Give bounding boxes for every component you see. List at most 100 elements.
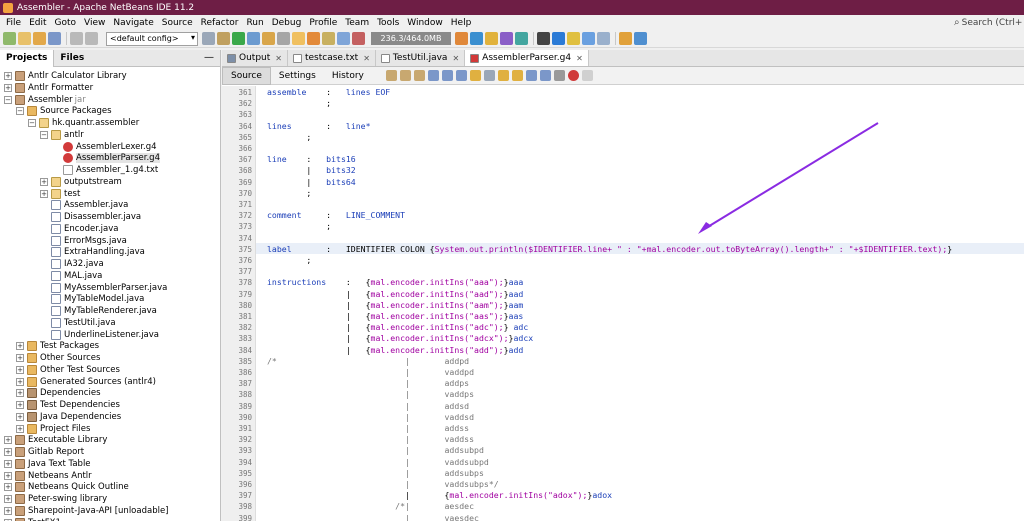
code-line[interactable]: | bits32	[267, 165, 355, 176]
sync-icon[interactable]	[515, 32, 528, 45]
menu-edit[interactable]: Edit	[25, 18, 50, 28]
database-icon[interactable]	[619, 32, 632, 45]
prev-bookmark-icon[interactable]	[497, 70, 509, 81]
code-line[interactable]: | vaddpd	[267, 367, 474, 378]
tree-item[interactable]: Assembler_1.g4.txt	[52, 164, 158, 176]
profile-icon[interactable]	[262, 32, 275, 45]
gc-icon[interactable]	[455, 32, 468, 45]
tree-expander-icon[interactable]: +	[4, 72, 12, 80]
code-line[interactable]: line : bits16	[267, 154, 356, 165]
code-line[interactable]: | vaddsd	[267, 412, 474, 423]
code-line[interactable]: comment : LINE_COMMENT	[267, 210, 405, 221]
clean-build-icon[interactable]	[217, 32, 230, 45]
tree-item[interactable]: + Java Text Table	[4, 458, 91, 470]
tree-item[interactable]: + Gitlab Report	[4, 446, 84, 458]
terminal-icon[interactable]	[537, 32, 550, 45]
tree-item[interactable]: Disassembler.java	[40, 211, 141, 223]
tree-item[interactable]: MyAssemblerParser.java	[40, 282, 167, 294]
redo-icon[interactable]	[85, 32, 98, 45]
code-line[interactable]: /* | addpd	[267, 356, 469, 367]
menu-team[interactable]: Team	[341, 18, 373, 28]
tree-expander-icon[interactable]: +	[16, 389, 24, 398]
code-line[interactable]: assemble : lines EOF	[267, 87, 390, 98]
menu-navigate[interactable]: Navigate	[109, 18, 157, 28]
window-icon[interactable]	[337, 32, 350, 45]
menu-window[interactable]: Window	[403, 18, 447, 28]
new-project-icon[interactable]	[3, 32, 16, 45]
tree-item[interactable]: MyTableRenderer.java	[40, 305, 157, 317]
tree-item[interactable]: ExtraHandling.java	[40, 246, 145, 258]
find-next-icon[interactable]	[441, 70, 453, 81]
code-line[interactable]: ;	[267, 188, 311, 199]
tree-item[interactable]: + Netbeans Antlr	[4, 470, 92, 482]
memory-indicator[interactable]: 236.3/464.0MB	[371, 32, 451, 45]
tree-item[interactable]: + Other Test Sources	[16, 364, 120, 376]
toggle-rect-icon[interactable]	[483, 70, 495, 81]
tree-item[interactable]: − Source Packages	[16, 105, 112, 117]
tab-history[interactable]: History	[324, 67, 372, 85]
tree-expander-icon[interactable]: +	[4, 471, 12, 480]
menu-debug[interactable]: Debug	[268, 18, 306, 28]
code-line[interactable]: | {mal.encoder.initIns("aas");}aas	[267, 311, 523, 322]
code-line[interactable]: ;	[267, 221, 331, 232]
start-macro-icon[interactable]	[553, 70, 565, 81]
undo-icon[interactable]	[70, 32, 83, 45]
tree-item[interactable]: + Antlr Calculator Library	[4, 70, 127, 82]
document-tab[interactable]: testcase.txt ✕	[287, 50, 376, 66]
tree-expander-icon[interactable]: +	[16, 424, 24, 433]
tree-item[interactable]: + Dependencies	[16, 387, 101, 399]
menu-source[interactable]: Source	[158, 18, 197, 28]
tree-item[interactable]: + Netbeans Quick Outline	[4, 481, 129, 493]
tree-item[interactable]: AssemblerParser.g4	[52, 152, 160, 164]
tree-expander-icon[interactable]: +	[4, 506, 12, 515]
code-line[interactable]: /*| aesdec	[267, 501, 474, 512]
tab-files[interactable]: Files	[54, 50, 90, 67]
code-line[interactable]: | {mal.encoder.initIns("adcx");}adcx	[267, 333, 533, 344]
menu-view[interactable]: View	[80, 18, 109, 28]
menu-profile[interactable]: Profile	[305, 18, 341, 28]
notes-icon[interactable]	[567, 32, 580, 45]
code-line[interactable]: | addsubpd	[267, 445, 484, 456]
forward-icon[interactable]	[413, 70, 425, 81]
code-line[interactable]: | {mal.encoder.initIns("add");}add	[267, 345, 523, 356]
tree-item[interactable]: + Generated Sources (antlr4)	[16, 376, 156, 388]
menu-run[interactable]: Run	[242, 18, 267, 28]
tree-expander-icon[interactable]: +	[4, 459, 12, 468]
menu-goto[interactable]: Goto	[51, 18, 81, 28]
code-line[interactable]: | {mal.encoder.initIns("aad");}aad	[267, 289, 523, 300]
menu-refactor[interactable]: Refactor	[197, 18, 243, 28]
document-tab[interactable]: Output ✕	[222, 50, 288, 66]
tree-item[interactable]: MAL.java	[40, 270, 102, 282]
code-line[interactable]: | addsubps	[267, 468, 484, 479]
document-tab[interactable]: TestUtil.java ✕	[375, 50, 466, 66]
tree-item[interactable]: MyTableModel.java	[40, 293, 144, 305]
tree-item[interactable]: − antlr	[40, 129, 84, 141]
code-line[interactable]: | addss	[267, 423, 469, 434]
code-line[interactable]: | vaddsubps*/	[267, 479, 499, 490]
stop-icon[interactable]	[352, 32, 365, 45]
tree-item[interactable]: + Java Dependencies	[16, 411, 121, 423]
tree-expander-icon[interactable]: +	[16, 401, 24, 409]
back-icon[interactable]	[399, 70, 411, 81]
tree-item[interactable]: + test	[40, 188, 80, 200]
code-editor[interactable]: 361 362 363 364 365 366 367 368 369 370 371 372 373 3…	[222, 86, 1024, 521]
refresh-icon[interactable]	[470, 32, 483, 45]
menu-file[interactable]: File	[2, 18, 25, 28]
tree-expander-icon[interactable]: +	[16, 365, 24, 374]
code-line[interactable]: | vaddss	[267, 434, 474, 445]
tree-item[interactable]: + outputstream	[40, 176, 122, 188]
tree-expander-icon[interactable]: +	[16, 412, 24, 421]
close-icon[interactable]: ✕	[275, 54, 282, 63]
code-line[interactable]: | vaddps	[267, 389, 474, 400]
tree-item[interactable]: Encoder.java	[40, 223, 118, 235]
run-icon[interactable]	[232, 32, 245, 45]
screenshot-icon[interactable]	[552, 32, 565, 45]
tree-item[interactable]: Assembler.java	[40, 199, 128, 211]
code-line[interactable]: | vaddsubpd	[267, 457, 489, 468]
stop-macro-icon[interactable]	[567, 70, 579, 81]
tree-expander-icon[interactable]: −	[28, 119, 36, 127]
code-line[interactable]: lines : line*	[267, 121, 371, 132]
last-edit-icon[interactable]	[385, 70, 397, 81]
code-line[interactable]: instructions : {mal.encoder.initIns("aaa…	[267, 277, 523, 288]
tree-expander-icon[interactable]: +	[4, 483, 12, 492]
